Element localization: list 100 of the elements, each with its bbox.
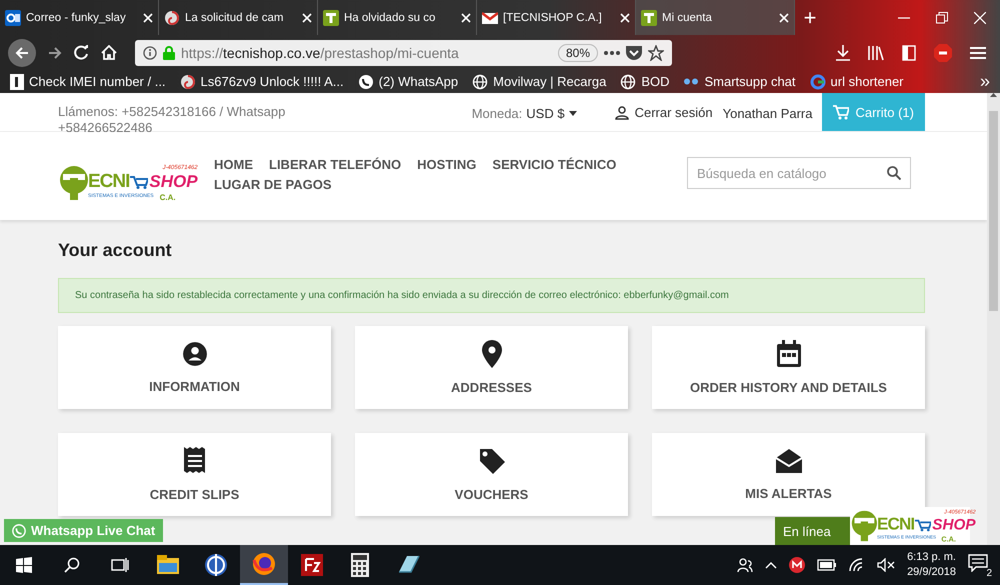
globe-icon <box>472 74 488 90</box>
close-icon[interactable] <box>620 12 630 22</box>
nav-link[interactable]: HOSTING <box>417 158 476 172</box>
mail-icon <box>5 10 21 26</box>
user-name[interactable]: Yonathan Parra <box>722 93 812 121</box>
mega-icon[interactable] <box>789 557 806 573</box>
cart-logo-icon <box>915 518 932 531</box>
chat-icon <box>683 78 700 85</box>
logo-suffix: C.A. <box>160 192 176 202</box>
task-view-icon[interactable] <box>111 557 129 573</box>
scrollbar-thumb[interactable] <box>989 111 998 311</box>
whatsapp-icon <box>358 74 374 90</box>
whatsapp-icon <box>12 524 26 538</box>
bookmark[interactable]: Movilway | Recarga <box>472 74 606 90</box>
windows-start-icon[interactable] <box>16 557 32 573</box>
logo-text: ECNI <box>877 514 914 535</box>
tray-caret-icon[interactable] <box>765 561 778 569</box>
battery-icon[interactable] <box>817 559 838 571</box>
new-tab-button[interactable]: + <box>795 0 825 35</box>
tag-icon <box>478 447 506 475</box>
clock-time[interactable]: 6:13 p. m. <box>907 550 956 565</box>
person-icon <box>182 341 208 367</box>
logout-link[interactable]: Cerrar sesión <box>634 105 713 120</box>
envelope-icon <box>774 448 802 474</box>
currency-label: Moneda: <box>472 106 522 121</box>
bookmark[interactable]: BOD <box>620 74 670 90</box>
close-icon[interactable] <box>143 12 153 22</box>
logo-text: SHOP <box>149 172 198 192</box>
calendar-icon <box>776 340 802 368</box>
library-icon[interactable] <box>868 44 884 60</box>
account-card[interactable]: INFORMATION <box>58 326 331 409</box>
home-icon[interactable] <box>101 45 117 60</box>
restore-icon[interactable] <box>936 12 948 24</box>
logo-text: ECNI <box>88 170 130 192</box>
adblock-icon[interactable] <box>934 44 952 62</box>
account-card[interactable]: CREDIT SLIPS <box>58 433 331 516</box>
account-card[interactable]: VOUCHERS <box>355 433 628 516</box>
bookmark[interactable]: Check IMEI number / ... <box>10 74 166 90</box>
close-icon[interactable] <box>779 12 789 22</box>
shop-logo-icon <box>641 10 657 26</box>
browser-tab[interactable]: La solicitud de cam <box>159 0 318 35</box>
bookmark-star-icon[interactable] <box>648 44 664 60</box>
nav-link[interactable]: HOME <box>214 158 253 172</box>
globe-icon <box>620 74 636 90</box>
nav-link[interactable]: SERVICIO TÉCNICO <box>492 158 616 172</box>
info-icon <box>143 46 157 60</box>
download-icon[interactable] <box>836 44 850 60</box>
zoom-level[interactable]: 80% <box>558 44 598 62</box>
more-icon[interactable] <box>604 50 620 54</box>
pocket-icon[interactable] <box>626 46 642 60</box>
cart-logo-icon <box>130 174 148 188</box>
nav-link[interactable]: LUGAR DE PAGOS <box>214 178 332 192</box>
browser-tab[interactable]: Correo - funky_slay <box>0 0 159 35</box>
close-icon[interactable] <box>461 12 471 22</box>
live-chat-button[interactable]: En línea <box>775 517 850 545</box>
nav-link[interactable]: LIBERAR TELEFÓNO <box>269 158 402 172</box>
more-bookmarks-button[interactable]: » <box>980 71 990 92</box>
address-bar[interactable]: https://tecnishop.co.ve/prestashop/mi-cuenta 80% <box>135 40 672 66</box>
globe-icon <box>203 552 229 578</box>
reload-icon[interactable] <box>74 45 89 60</box>
search-icon[interactable] <box>887 166 901 180</box>
back-arrow-icon <box>15 46 29 60</box>
notification-count: 2 <box>984 568 994 579</box>
shop-logo-icon <box>323 10 339 26</box>
contact-phone: Llámenos: +582542318166 / Whatsapp +584266522486 <box>58 103 286 136</box>
volume-muted-icon[interactable] <box>877 558 896 572</box>
mail-icon <box>482 10 498 26</box>
browser-tab[interactable]: Mi cuenta <box>636 0 795 35</box>
page-title: Your account <box>58 240 173 261</box>
lock-icon <box>163 46 175 60</box>
close-icon[interactable] <box>302 12 312 22</box>
close-icon[interactable] <box>974 12 986 24</box>
firefox-icon <box>251 551 277 577</box>
clock-date[interactable]: 29/9/2018 <box>907 565 956 580</box>
logo-t-icon <box>58 166 90 200</box>
forward-arrow-icon[interactable] <box>48 46 62 60</box>
google-icon <box>810 74 826 90</box>
bookmark[interactable]: url shortener <box>810 74 904 90</box>
logo-text: SHOP <box>932 516 976 534</box>
bookmark[interactable]: Smartsupp chat <box>683 74 796 89</box>
swirl-icon <box>180 74 196 90</box>
notification-icon[interactable] <box>968 554 988 572</box>
success-alert: Su contraseña ha sido restablecida correctamente y una confirmación ha sido enviada a su dirección de correo electrónico: ebberfunky@gmail.com <box>58 278 925 313</box>
location-pin-icon <box>480 340 502 368</box>
sidebar-icon[interactable] <box>902 44 916 60</box>
page-icon <box>10 74 24 90</box>
people-icon[interactable] <box>737 557 754 573</box>
back-button[interactable] <box>8 38 36 66</box>
swirl-icon <box>164 10 180 26</box>
search-icon[interactable] <box>64 557 80 573</box>
currency-selector[interactable]: USD $ <box>526 106 565 121</box>
menu-icon[interactable] <box>970 46 986 60</box>
account-card[interactable]: MIS ALERTAS <box>652 433 925 516</box>
account-card[interactable]: ADDRESSES <box>355 326 628 409</box>
account-card[interactable]: ORDER HISTORY AND DETAILS <box>652 326 925 409</box>
receipt-icon <box>184 447 206 475</box>
browser-tab[interactable]: Ha olvidado su co <box>318 0 477 35</box>
user-icon <box>614 106 629 120</box>
bookmark[interactable]: Ls676zv9 Unlock !!!!! A... <box>180 74 344 90</box>
bookmark[interactable]: (2) WhatsApp <box>358 74 458 90</box>
